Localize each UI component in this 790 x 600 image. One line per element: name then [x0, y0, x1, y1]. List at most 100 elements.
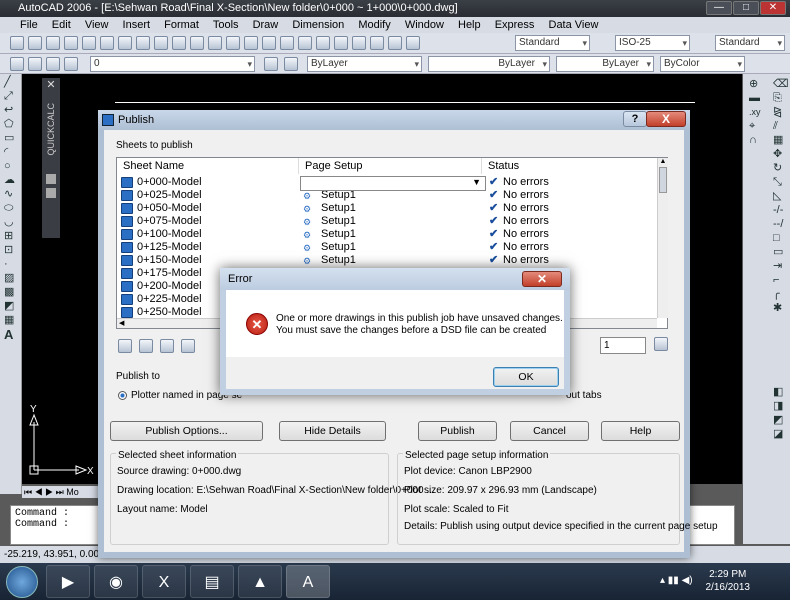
draworder-under-icon[interactable]: ◪ — [773, 429, 787, 440]
ellipse-icon[interactable]: ⬭ — [4, 203, 18, 214]
menu-dimension[interactable]: Dimension — [292, 19, 344, 31]
color-select[interactable]: ByLayer — [307, 56, 422, 72]
spline-icon[interactable]: ∿ — [4, 189, 18, 200]
publish-close-icon[interactable]: X — [646, 111, 686, 127]
text-style-select[interactable]: Standard — [515, 35, 590, 51]
vlc-icon[interactable]: ▲ — [238, 565, 282, 598]
menu-modify[interactable]: Modify — [358, 19, 390, 31]
construction-line-icon[interactable]: ⤢ — [4, 91, 18, 102]
new-icon[interactable] — [10, 36, 24, 50]
draworder-front-icon[interactable]: ◧ — [773, 387, 787, 398]
plotter-radio[interactable] — [118, 391, 127, 400]
break-point-icon[interactable]: ▭ — [773, 247, 787, 258]
calculator-icon[interactable] — [388, 36, 402, 50]
table-row[interactable]: 0+100-Model ⚙ Setup1 ✔ No errors — [117, 228, 657, 241]
table-icon[interactable]: ▦ — [4, 315, 18, 326]
properties-icon[interactable] — [298, 36, 312, 50]
tool-palettes-icon[interactable] — [334, 36, 348, 50]
mirror-icon[interactable]: ⧎ — [773, 107, 787, 118]
table-row[interactable]: 0+075-Model ⚙ Setup1 ✔ No errors — [117, 215, 657, 228]
preview-sheet-icon[interactable] — [118, 339, 132, 353]
erase-icon[interactable]: ⌫ — [773, 79, 789, 90]
firefox-icon[interactable]: ◉ — [94, 565, 138, 598]
col-sheet-name[interactable]: Sheet Name — [117, 158, 299, 174]
publish-button[interactable]: Publish — [418, 421, 497, 441]
table-row[interactable]: 0+125-Model ⚙ Setup1 ✔ No errors — [117, 241, 657, 254]
chamfer-icon[interactable]: ⌐ — [773, 275, 787, 286]
palette-properties-icon[interactable] — [46, 173, 56, 184]
gradient-icon[interactable]: ▩ — [4, 287, 18, 298]
make-block-icon[interactable]: ⊡ — [4, 245, 18, 256]
mtext-icon[interactable]: A — [4, 328, 18, 341]
break-icon[interactable]: □ — [773, 233, 787, 244]
trim-icon[interactable]: -/- — [773, 205, 787, 216]
dim-style-select[interactable]: ISO-25 — [615, 35, 690, 51]
insert-block-icon[interactable]: ⊞ — [4, 231, 18, 242]
maximize-icon[interactable]: □ — [733, 1, 759, 15]
point-icon[interactable]: · — [4, 259, 18, 270]
close-icon[interactable]: ✕ — [760, 1, 786, 15]
menu-window[interactable]: Window — [405, 19, 444, 31]
minimize-icon[interactable]: — — [706, 1, 732, 15]
preview-icon[interactable] — [82, 36, 96, 50]
match-icon[interactable] — [172, 36, 186, 50]
layer-manager-icon[interactable] — [10, 57, 24, 71]
markup-icon[interactable] — [370, 36, 384, 50]
sheet-set-icon[interactable] — [352, 36, 366, 50]
offset-icon[interactable]: ⫽ — [773, 121, 787, 132]
hatch-icon[interactable]: ▨ — [4, 273, 18, 284]
cut-icon[interactable] — [118, 36, 132, 50]
linetype-select[interactable]: ByLayer — [428, 56, 550, 72]
table-row[interactable]: 0+150-Model ⚙ Setup1 ✔ No errors — [117, 254, 657, 267]
autocad-taskbar-icon[interactable]: A — [286, 565, 330, 598]
layout-tab-nav[interactable]: ⏮ ◀ ▶ ⏭ Mo — [22, 486, 102, 498]
lineweight-select[interactable]: ByLayer — [556, 56, 654, 72]
col-status[interactable]: Status — [482, 158, 657, 174]
zoom-prev-icon[interactable] — [280, 36, 294, 50]
clock[interactable]: 2:29 PM 2/16/2013 — [706, 568, 751, 594]
plot-icon[interactable] — [64, 36, 78, 50]
revcloud-icon[interactable]: ☁ — [4, 175, 18, 186]
menu-express[interactable]: Express — [495, 19, 535, 31]
polyline-icon[interactable]: ↩ — [4, 105, 18, 116]
stretch-icon[interactable]: ◺ — [773, 191, 787, 202]
circle-icon[interactable]: ○ — [4, 161, 18, 172]
table-style-select[interactable]: Standard — [715, 35, 785, 51]
help-icon[interactable] — [406, 36, 420, 50]
zoom-realtime-icon[interactable]: ⊕ — [749, 79, 763, 90]
line-icon[interactable]: ╱ — [4, 77, 18, 88]
publish-icon[interactable] — [100, 36, 114, 50]
page-setup-dropdown[interactable]: ▼ — [300, 176, 486, 191]
pan-icon[interactable] — [226, 36, 240, 50]
extend-icon[interactable]: --/ — [773, 219, 787, 230]
rectangle-icon[interactable]: ▭ — [4, 133, 18, 144]
ellipse-arc-icon[interactable]: ◡ — [4, 217, 18, 228]
save-icon[interactable] — [46, 36, 60, 50]
copy-object-icon[interactable]: ⎘ — [773, 93, 787, 104]
menu-edit[interactable]: Edit — [52, 19, 71, 31]
polygon-icon[interactable]: ⬠ — [4, 119, 18, 130]
ok-button[interactable]: OK — [493, 367, 559, 387]
copies-stepper[interactable]: 1 — [600, 337, 646, 354]
draworder-back-icon[interactable]: ◨ — [773, 401, 787, 412]
quickcalc-palette[interactable]: ✕ QUICKCALC — [42, 78, 60, 238]
remove-sheets-icon[interactable] — [160, 339, 175, 353]
excel-icon[interactable]: X — [142, 565, 186, 598]
col-page-setup[interactable]: Page Setup — [299, 158, 482, 174]
palette-autohide-icon[interactable] — [46, 187, 56, 198]
make-current-icon[interactable] — [264, 57, 278, 71]
start-button[interactable] — [6, 566, 38, 598]
menu-draw[interactable]: Draw — [253, 19, 279, 31]
zoom-window-icon[interactable] — [262, 36, 276, 50]
magnet-icon[interactable]: ∩ — [749, 135, 763, 146]
table-row[interactable]: 0+050-Model ⚙ Setup1 ✔ No errors — [117, 202, 657, 215]
publish-options-button[interactable]: Publish Options... — [110, 421, 263, 441]
tray-icons[interactable]: ▴ ▮▮ ◀) — [660, 575, 693, 586]
array-icon[interactable]: ▦ — [773, 135, 787, 146]
region-icon[interactable]: ◩ — [4, 301, 18, 312]
design-center-icon[interactable] — [316, 36, 330, 50]
plotstyle-select[interactable]: ByColor — [660, 56, 745, 72]
publish-help-icon[interactable]: ? — [623, 111, 647, 127]
sun-icon[interactable] — [46, 57, 60, 71]
rotate-icon[interactable]: ↻ — [773, 163, 787, 174]
